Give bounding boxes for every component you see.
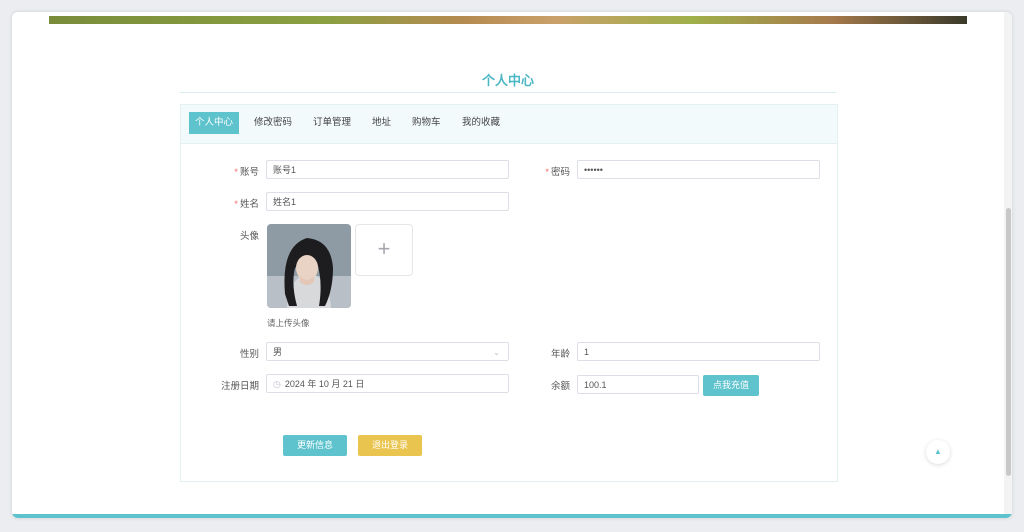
update-info-button[interactable]: 更新信息 bbox=[283, 435, 347, 456]
age-input[interactable]: 1 bbox=[577, 342, 820, 361]
chevron-down-icon: ⌄ bbox=[493, 348, 500, 357]
tab-favorites[interactable]: 我的收藏 bbox=[456, 112, 506, 134]
register-date-label: 注册日期 bbox=[220, 381, 259, 392]
arrow-up-icon[interactable]: ▲ bbox=[926, 440, 950, 464]
name-input[interactable]: 姓名1 bbox=[266, 192, 509, 211]
clock-icon: ◷ bbox=[273, 379, 281, 389]
balance-input[interactable]: 100.1 bbox=[577, 375, 699, 394]
password-label: * 密码 bbox=[545, 167, 570, 178]
footer-accent-bar bbox=[12, 514, 1012, 518]
gender-select[interactable]: 男 ⌄ bbox=[266, 342, 509, 361]
name-label: * 姓名 bbox=[234, 199, 259, 210]
account-input[interactable]: 账号1 bbox=[266, 160, 509, 179]
profile-panel: 个人中心 修改密码 订单管理 地址 购物车 我的收藏 * 账号 账号1 * 密码 •… bbox=[180, 104, 838, 482]
account-label: * 账号 bbox=[234, 167, 259, 178]
upload-avatar-button[interactable]: + bbox=[355, 224, 413, 276]
upload-hint: 请上传头像 bbox=[267, 318, 310, 328]
tab-order-management[interactable]: 订单管理 bbox=[307, 112, 357, 134]
balance-label: 余额 bbox=[550, 381, 570, 392]
gender-value: 男 bbox=[273, 347, 283, 357]
scrollbar-thumb[interactable] bbox=[1006, 208, 1011, 476]
avatar-image[interactable] bbox=[267, 224, 351, 308]
gender-label: 性别 bbox=[239, 349, 259, 360]
password-input[interactable]: •••••• bbox=[577, 160, 820, 179]
banner-image bbox=[49, 16, 967, 24]
register-date-value: 2024 年 10 月 21 日 bbox=[284, 379, 365, 389]
browser-window: 个人中心 个人中心 修改密码 订单管理 地址 购物车 我的收藏 * 账号 账号1 … bbox=[12, 12, 1012, 518]
tab-change-password[interactable]: 修改密码 bbox=[248, 112, 298, 134]
tab-bar: 个人中心 修改密码 订单管理 地址 购物车 我的收藏 bbox=[181, 105, 837, 144]
age-label: 年龄 bbox=[550, 349, 570, 360]
tab-personal-center[interactable]: 个人中心 bbox=[189, 112, 240, 134]
scrollbar[interactable] bbox=[1004, 12, 1012, 518]
register-date-input[interactable]: ◷ 2024 年 10 月 21 日 bbox=[266, 374, 509, 393]
tab-shopping-cart[interactable]: 购物车 bbox=[406, 112, 447, 134]
recharge-button[interactable]: 点我充值 bbox=[703, 375, 759, 396]
logout-button[interactable]: 退出登录 bbox=[358, 435, 422, 456]
page-title: 个人中心 bbox=[481, 73, 534, 88]
avatar-label: 头像 bbox=[239, 231, 259, 242]
tab-address[interactable]: 地址 bbox=[366, 112, 397, 134]
title-divider bbox=[180, 92, 836, 93]
